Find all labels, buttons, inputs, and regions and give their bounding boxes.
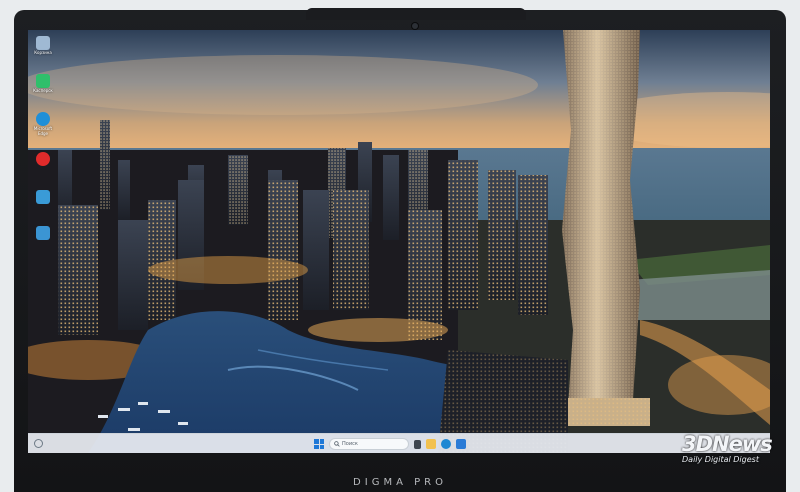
taskbar-center: Поиск <box>314 437 466 451</box>
laptop-screen: Корзина Касперск Microsoft Edge Поиск <box>28 30 770 453</box>
store-icon[interactable] <box>456 439 466 449</box>
desktop-icon-label: Корзина <box>34 50 52 55</box>
desktop-icon-label: Касперск <box>33 88 53 93</box>
watermark-logo: 3DNews <box>682 432 773 456</box>
start-button[interactable] <box>314 439 324 449</box>
desktop-icon-app[interactable] <box>32 190 54 204</box>
desktop-icon-yandex[interactable] <box>32 152 54 166</box>
desktop-icon-recycle-bin[interactable]: Корзина <box>32 36 54 55</box>
search-placeholder: Поиск <box>342 441 358 447</box>
taskbar: Поиск <box>28 433 770 453</box>
edge-icon <box>36 112 50 126</box>
recycle-bin-icon <box>36 36 50 50</box>
webcam <box>412 23 418 29</box>
desktop-icon-label: Microsoft Edge <box>33 126 53 136</box>
watermark-tagline: Daily Digital Digest <box>682 455 759 464</box>
file-explorer-icon[interactable] <box>426 439 436 449</box>
app-icon <box>36 226 50 240</box>
yandex-icon <box>36 152 50 166</box>
lid-notch <box>306 8 526 20</box>
brand-logo: DIGMA PRO <box>353 477 447 488</box>
task-view-icon[interactable] <box>414 439 421 449</box>
desktop-icon-app[interactable] <box>32 226 54 240</box>
desktop-icon-kaspersky[interactable]: Касперск <box>32 74 54 93</box>
taskbar-search[interactable]: Поиск <box>329 438 409 450</box>
search-icon <box>334 441 340 447</box>
app-icon <box>36 190 50 204</box>
widgets-icon[interactable] <box>34 439 43 448</box>
dubai-marina-wallpaper <box>28 30 770 453</box>
kaspersky-icon <box>36 74 50 88</box>
watermark: 3DNews Daily Digital Digest <box>682 434 792 468</box>
desktop-icon-edge[interactable]: Microsoft Edge <box>32 112 54 136</box>
edge-icon[interactable] <box>441 439 451 449</box>
